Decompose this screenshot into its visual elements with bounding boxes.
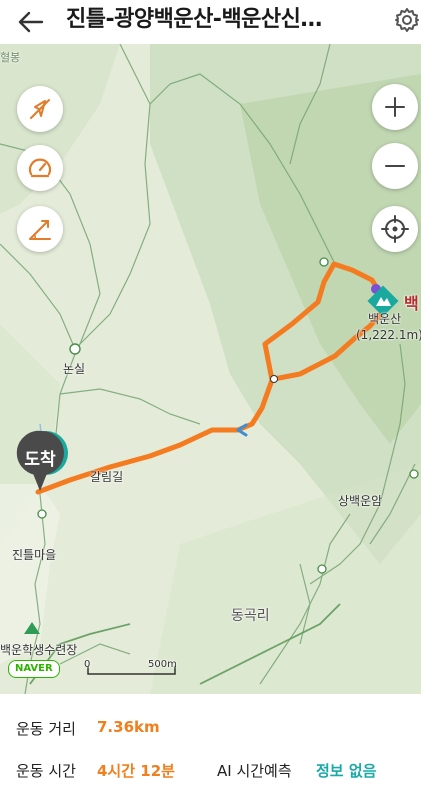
- map-label-jinteulmaeul: 진틀마을: [12, 548, 57, 562]
- time-label: 운동 시간: [16, 762, 76, 780]
- poi-marker-village: [37, 509, 47, 519]
- zoom-in-button[interactable]: [372, 84, 418, 130]
- arrival-label: 도착: [24, 450, 56, 470]
- poi-marker-east: [409, 469, 419, 479]
- current-location-button[interactable]: [372, 206, 418, 252]
- ai-prediction-value: 정보 없음: [316, 762, 377, 780]
- scale-zero-label: 0: [84, 659, 91, 670]
- map-label-nonsil: 논실: [63, 362, 86, 376]
- poi-marker-south: [317, 564, 327, 574]
- map-label-donggokri: 동곡리: [231, 608, 270, 624]
- time-value: 4시간 12분: [97, 762, 175, 780]
- ai-prediction-label: AI 시간예측: [217, 762, 292, 780]
- gear-icon[interactable]: [394, 7, 420, 33]
- location-off-button[interactable]: [17, 86, 63, 132]
- route-junction-marker: [270, 375, 278, 383]
- page-title: 진틀-광양백운산-백운산신…: [66, 7, 322, 32]
- poi-marker-trail: [319, 257, 329, 267]
- map-label-sangbaegunam: 상백운암: [338, 494, 383, 508]
- app-header: 진틀-광양백운산-백운산신…: [0, 0, 421, 44]
- map-label-top-left: 혈봉: [0, 51, 21, 64]
- map-label-peak-elevation: (1,222.1m): [356, 328, 421, 342]
- slope-button[interactable]: [17, 206, 63, 252]
- slope-icon: [29, 220, 51, 240]
- poi-marker-nonsil: [69, 343, 81, 355]
- zoom-out-button[interactable]: [372, 143, 418, 189]
- map-label-campsite: 백운학생수련장: [0, 643, 78, 657]
- speedometer-icon: [28, 158, 52, 178]
- speedometer-button[interactable]: [17, 145, 63, 191]
- map-label-peak-edge: 백: [404, 294, 419, 313]
- map-view[interactable]: 도착 혈봉 논실 갈림길 진틀마을 상백운암 동곡리 백운학생수련장 백운산 (…: [0, 44, 421, 694]
- zoom-out-icon: [385, 165, 405, 167]
- map-label-peak-name: 백운산: [368, 312, 402, 326]
- zoom-in-icon: [385, 97, 405, 117]
- distance-value: 7.36km: [97, 718, 160, 736]
- naver-logo: NAVER: [8, 660, 60, 678]
- location-off-icon: [30, 99, 50, 119]
- distance-label: 운동 거리: [16, 720, 76, 738]
- map-label-galrimgil: 갈림길: [90, 470, 124, 484]
- crosshair-icon: [381, 215, 409, 243]
- arrow-left-icon[interactable]: [16, 8, 46, 36]
- scale-distance-label: 500m: [148, 659, 177, 670]
- stats-panel: 운동 거리 7.36km 운동 시간 4시간 12분 AI 시간예측 정보 없음: [0, 694, 421, 790]
